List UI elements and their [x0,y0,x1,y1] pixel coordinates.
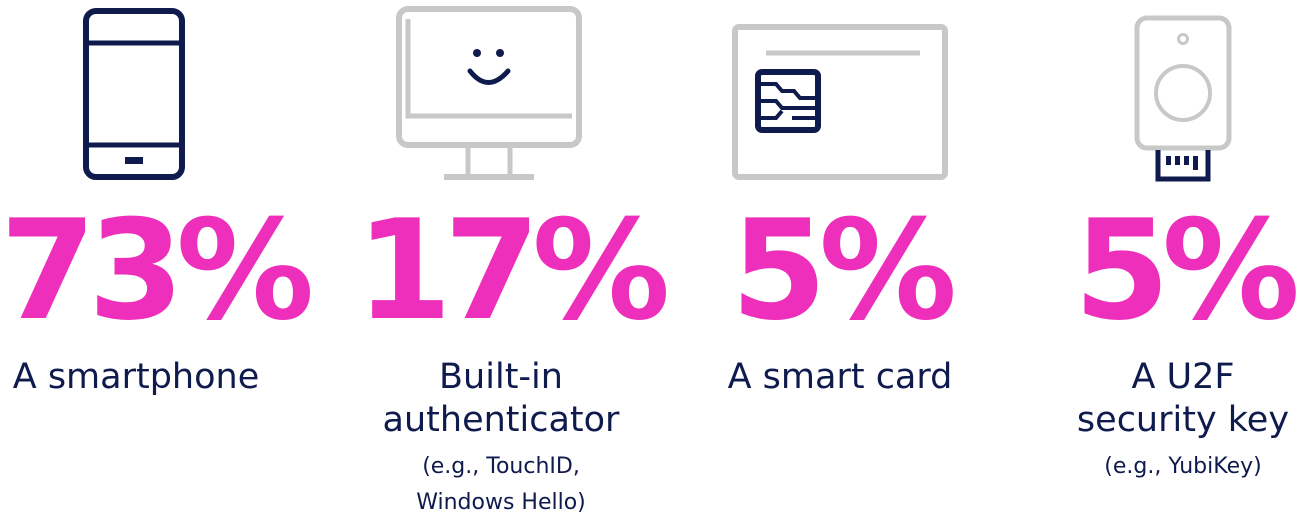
label-line: Built-in [439,357,563,397]
stat-smartphone: 73% A smartphone [0,0,314,525]
note-line: (e.g., TouchID, [422,454,580,479]
label-line: authenticator [382,400,620,440]
label-line: security key [1076,400,1290,440]
stat-smart-card: 5% A smart card [700,0,980,525]
label-line: A smartphone [12,357,260,397]
label-line: A smart card [727,357,953,397]
smartphone-icon [83,8,185,180]
percent-value: 73% [0,190,314,351]
stat-built-in-authenticator: 17% Built-in authenticator (e.g., TouchI… [356,0,670,525]
note-line: Windows Hello) [416,490,586,515]
smart-card-icon [732,24,948,180]
security-key-icon [1132,15,1234,183]
percent-value: 5% [1073,190,1300,351]
percent-value: 5% [730,190,957,351]
note-line: (e.g., YubiKey) [1104,454,1262,479]
stat-u2f-security-key: 5% A U2F security key (e.g., YubiKey) [1070,0,1300,525]
percent-value: 17% [356,190,670,351]
label-line: A U2F [1131,357,1235,397]
monitor-smiley-icon [396,6,582,181]
